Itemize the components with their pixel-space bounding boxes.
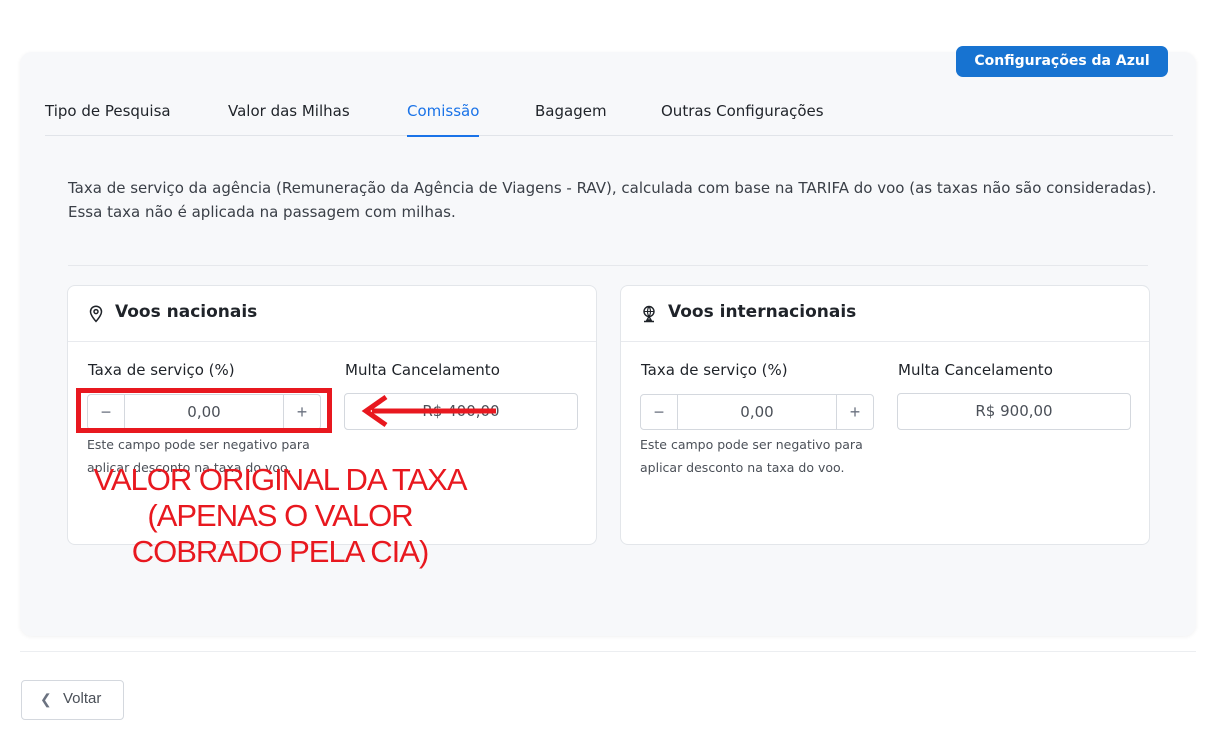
- globe-pin-icon: [643, 305, 655, 323]
- annotation-line-2: (APENAS O VALOR: [147, 498, 413, 533]
- international-flights-panel: Voos internacionais Taxa de serviço (%) …: [620, 285, 1150, 545]
- international-fee-stepper: − 0,00 +: [640, 394, 874, 430]
- footer-divider: [20, 651, 1196, 652]
- international-fee-label: Taxa de serviço (%): [641, 361, 788, 379]
- national-panel-header: Voos nacionais: [68, 286, 596, 342]
- tab-comissao[interactable]: Comissão: [407, 98, 480, 137]
- annotation-text: VALOR ORIGINAL DA TAXA (APENAS O VALOR C…: [60, 462, 500, 570]
- annotation-highlight-box: [76, 388, 332, 433]
- tab-outras-configuracoes[interactable]: Outras Configurações: [661, 98, 824, 136]
- annotation-line-1: VALOR ORIGINAL DA TAXA: [93, 462, 467, 497]
- back-button[interactable]: ❮ Voltar: [21, 680, 124, 720]
- national-penalty-label: Multa Cancelamento: [345, 361, 500, 379]
- international-penalty-input[interactable]: R$ 900,00: [897, 393, 1131, 430]
- commission-description: Taxa de serviço da agência (Remuneração …: [68, 176, 1158, 224]
- international-fee-input[interactable]: 0,00: [678, 395, 836, 429]
- annotation-line-3: COBRADO PELA CIA): [131, 534, 430, 569]
- back-button-label: Voltar: [63, 690, 102, 707]
- international-panel-title: Voos internacionais: [668, 302, 857, 322]
- international-panel-header: Voos internacionais: [621, 286, 1149, 342]
- international-fee-increment-button[interactable]: +: [836, 395, 873, 429]
- international-fee-hint: Este campo pode ser negativo para aplica…: [640, 437, 863, 475]
- annotation-arrow-icon: [361, 394, 496, 428]
- tab-valor-das-milhas[interactable]: Valor das Milhas: [228, 98, 350, 136]
- national-fee-label: Taxa de serviço (%): [88, 361, 235, 379]
- tab-bar: Tipo de Pesquisa Valor das Milhas Comiss…: [45, 98, 1173, 137]
- description-line-1: Taxa de serviço da agência (Remuneração …: [68, 179, 1157, 197]
- chevron-left-icon: ❮: [40, 691, 52, 707]
- national-panel-title: Voos nacionais: [115, 302, 258, 322]
- description-line-2: Essa taxa não é aplicada na passagem com…: [68, 203, 456, 221]
- tab-bagagem[interactable]: Bagagem: [535, 98, 607, 136]
- page: Configurações da Azul Tipo de Pesquisa V…: [0, 0, 1219, 739]
- international-fee-decrement-button[interactable]: −: [641, 395, 678, 429]
- azul-settings-button[interactable]: Configurações da Azul: [956, 46, 1168, 77]
- tab-tipo-de-pesquisa[interactable]: Tipo de Pesquisa: [45, 98, 171, 136]
- map-pin-icon: [89, 305, 103, 323]
- international-penalty-label: Multa Cancelamento: [898, 361, 1053, 379]
- description-divider: [68, 265, 1148, 266]
